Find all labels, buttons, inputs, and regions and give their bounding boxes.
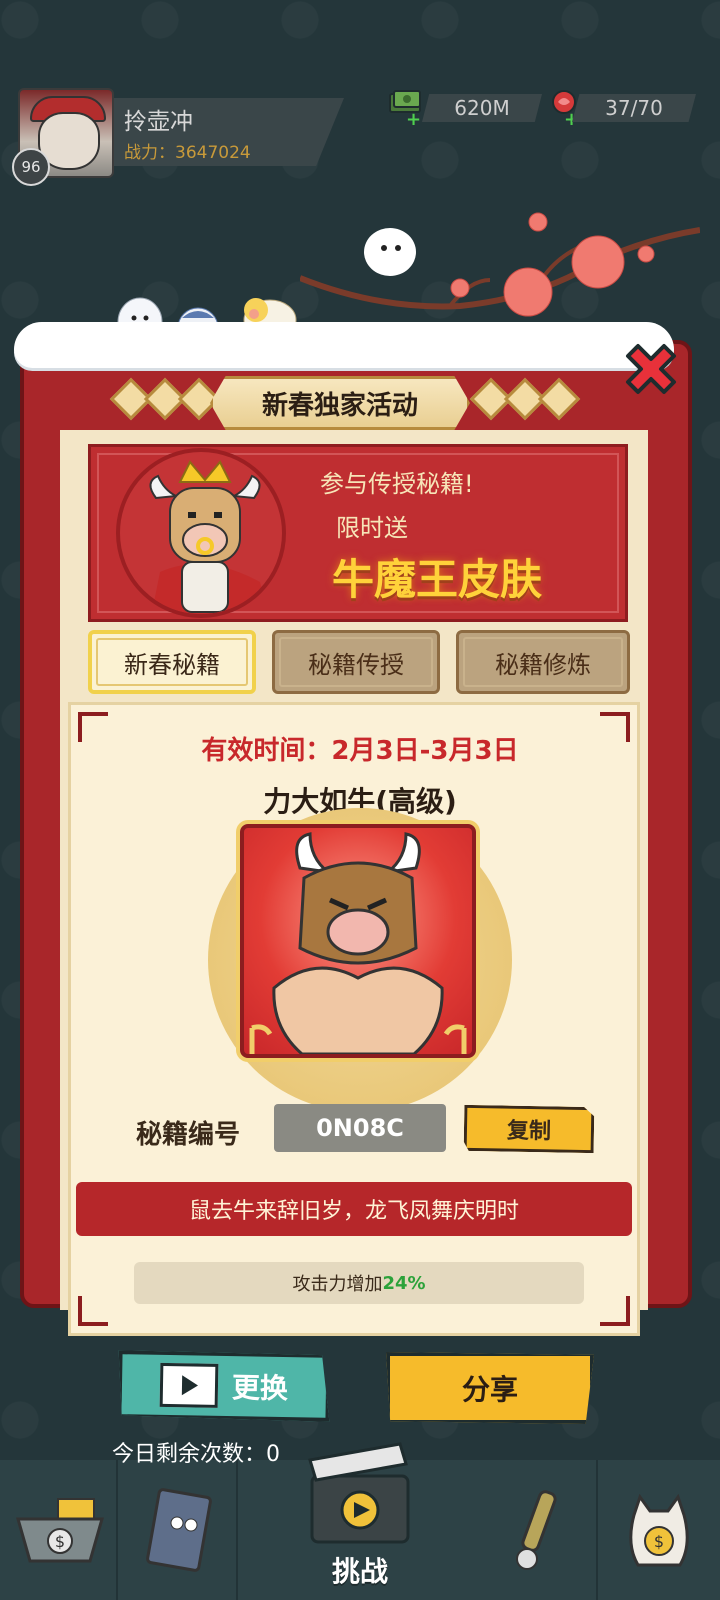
scroll-icon (516, 1490, 557, 1570)
player-power: 战力：3647024 (124, 143, 251, 163)
tab-label: 秘籍修炼 (495, 650, 591, 679)
nav-notebook[interactable] (120, 1460, 238, 1600)
strong-bull-icon (249, 832, 467, 1054)
clapper-icon (308, 1442, 410, 1544)
money-counter: 620M (422, 94, 542, 122)
share-button[interactable]: 分享 (386, 1352, 594, 1424)
lucky-cat-icon: $ (629, 1493, 689, 1567)
skill-image (240, 824, 476, 1058)
copy-button[interactable]: 复制 (464, 1105, 595, 1153)
shop-cart-icon: $ (16, 1498, 104, 1563)
snow-decoration (14, 322, 674, 368)
close-button[interactable] (616, 336, 686, 406)
bonus-label: 攻击力增加 (292, 1274, 383, 1295)
tab-label: 秘籍传授 (308, 650, 404, 679)
player-level-badge: 96 (12, 148, 50, 186)
tab-skill-teach[interactable]: 秘籍传授 (272, 630, 440, 694)
bonus-value: 24% (382, 1272, 426, 1294)
close-icon (626, 344, 676, 394)
notebook-icon (146, 1488, 212, 1572)
skill-code-field[interactable]: 0N08C (274, 1104, 446, 1152)
motto-banner: 鼠去牛来辞旧岁，龙飞凤舞庆明时 (76, 1182, 632, 1236)
change-label: 更换 (231, 1371, 289, 1406)
banner-line-2: 限时送 (336, 514, 408, 542)
add-money-icon[interactable]: + (406, 111, 422, 129)
corner-ornament (78, 1296, 108, 1326)
video-play-icon (160, 1363, 219, 1408)
player-name: 拎壶冲 (124, 109, 193, 135)
svg-text:$: $ (55, 1532, 65, 1551)
corner-ornament (600, 1296, 630, 1326)
code-label: 秘籍编号 (136, 1120, 241, 1150)
nav-scroll[interactable] (480, 1460, 598, 1600)
change-button[interactable]: 更换 (117, 1350, 330, 1422)
stamina-counter: 37/70 (572, 94, 696, 122)
plum-branch-decoration (300, 212, 700, 317)
share-label: 分享 (461, 1373, 518, 1406)
svg-text:$: $ (654, 1532, 664, 1551)
modal-title: 新春独家活动 (210, 376, 470, 430)
tab-new-year-skill[interactable]: 新春秘籍 (88, 630, 256, 694)
banner-line-1: 参与传授秘籍! (320, 470, 474, 498)
attack-bonus-bar: 攻击力增加 24% (134, 1262, 584, 1304)
tab-label: 新春秘籍 (124, 650, 220, 679)
tab-skill-practice[interactable]: 秘籍修炼 (456, 630, 630, 694)
nav-challenge[interactable]: 挑战 (292, 1416, 428, 1600)
title-ornament-right (469, 377, 581, 421)
nav-shop[interactable]: $ (0, 1460, 118, 1600)
nav-lucky-cat[interactable]: $ (600, 1460, 718, 1600)
bull-king-avatar (116, 448, 286, 618)
banner-highlight: 牛魔王皮肤 (332, 555, 543, 604)
title-ornament-left (109, 377, 221, 421)
validity-period: 有效时间：2月3日-3月3日 (201, 736, 519, 766)
bull-king-icon (149, 460, 268, 614)
remaining-attempts: 今日剩余次数：0 (112, 1442, 280, 1467)
challenge-label: 挑战 (331, 1555, 388, 1588)
